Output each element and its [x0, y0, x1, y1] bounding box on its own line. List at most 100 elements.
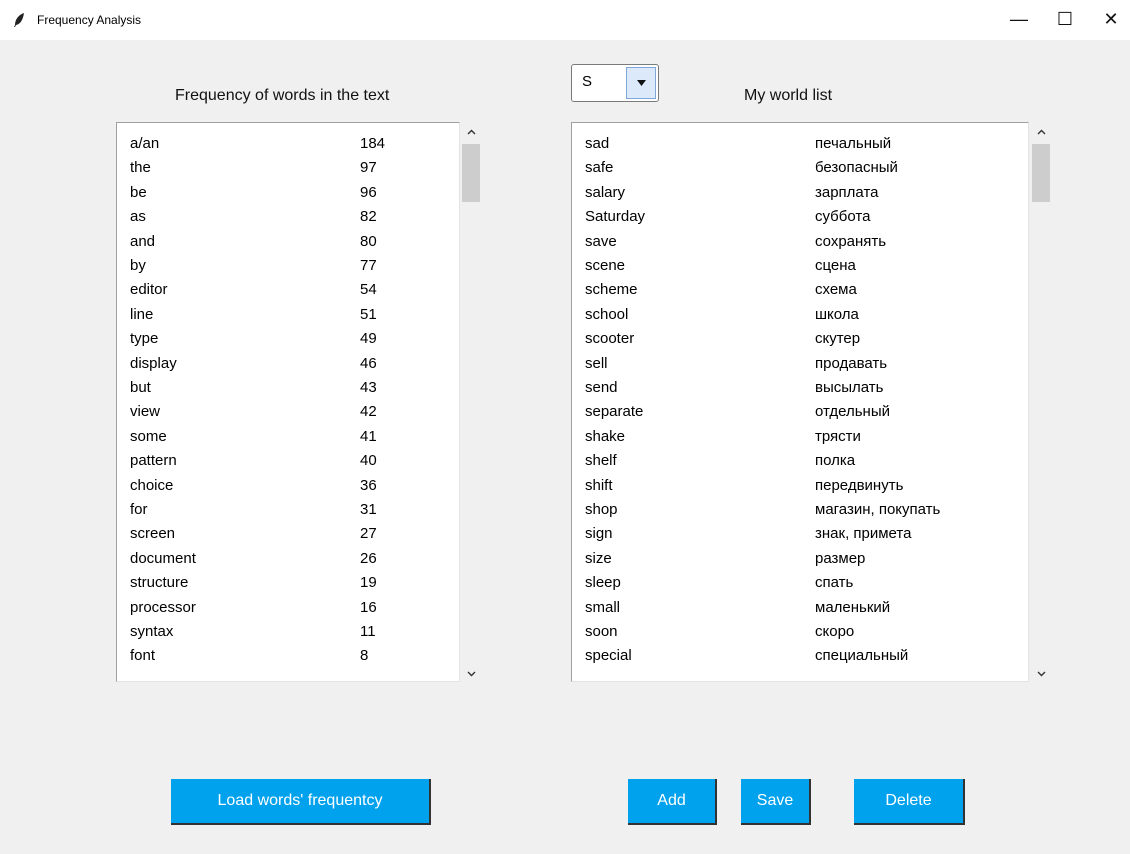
word-list-row[interactable]: scheme схема: [572, 278, 1028, 302]
window-title: Frequency Analysis: [37, 13, 142, 27]
word-list-row[interactable]: sad печальный: [572, 132, 1028, 156]
word-list-translation: школа: [815, 305, 859, 323]
word-list-translation: полка: [815, 452, 856, 470]
frequency-row[interactable]: view 42: [117, 400, 459, 424]
word-list-row[interactable]: size размер: [572, 547, 1028, 571]
word-list-row[interactable]: Saturday суббота: [572, 205, 1028, 229]
word-list-row[interactable]: send высылать: [572, 376, 1028, 400]
frequency-row[interactable]: pattern 40: [117, 449, 459, 473]
frequency-row[interactable]: display 46: [117, 352, 459, 376]
frequency-row[interactable]: as 82: [117, 205, 459, 229]
letter-select-dropdown-button[interactable]: [626, 67, 656, 99]
frequency-row[interactable]: some 41: [117, 425, 459, 449]
frequency-row[interactable]: choice 36: [117, 474, 459, 498]
frequency-word: syntax: [130, 623, 174, 640]
word-list-translation: передвинуть: [815, 476, 904, 494]
frequency-count: 36: [360, 476, 377, 494]
word-list-translation: маленький: [815, 598, 891, 616]
maximize-button[interactable]: ☐: [1042, 0, 1088, 38]
word-list-row[interactable]: separate отдельный: [572, 400, 1028, 424]
word-list-row[interactable]: save сохранять: [572, 230, 1028, 254]
word-list-translation: магазин, покупать: [815, 501, 941, 518]
word-list-row[interactable]: special специальный: [572, 644, 1028, 668]
scroll-thumb[interactable]: [462, 144, 480, 202]
frequency-scrollbar[interactable]: [461, 122, 481, 682]
word-list-row[interactable]: sign знак, примета: [572, 522, 1028, 546]
word-list-listbox[interactable]: sad печальный safe безопасный salary зарплата…: [571, 122, 1029, 682]
frequency-count: 46: [360, 354, 377, 372]
frequency-listbox[interactable]: a/an 184 the 97 be 96 as 82 and 80 by 77 editor 54 lin…: [116, 122, 460, 682]
frequency-count: 16: [360, 598, 377, 616]
scroll-thumb[interactable]: [1032, 144, 1050, 202]
minimize-button[interactable]: —: [996, 0, 1042, 38]
word-list-row[interactable]: soon скоро: [572, 620, 1028, 644]
frequency-row[interactable]: type 49: [117, 327, 459, 351]
add-button[interactable]: Add: [628, 779, 717, 825]
scroll-down-button[interactable]: [461, 666, 481, 682]
frequency-row[interactable]: line 51: [117, 303, 459, 327]
close-button[interactable]: ✕: [1088, 0, 1130, 38]
frequency-word: editor: [130, 281, 168, 299]
word-list-word: soon: [585, 623, 618, 640]
chevron-up-icon: [1037, 129, 1045, 135]
word-list-row[interactable]: shop магазин, покупать: [572, 498, 1028, 522]
scroll-down-button[interactable]: [1031, 666, 1051, 682]
frequency-word: a/an: [130, 135, 160, 152]
word-list-word: shop: [585, 501, 618, 518]
letter-select[interactable]: S: [571, 64, 659, 102]
frequency-row[interactable]: processor 16: [117, 596, 459, 620]
frequency-row[interactable]: syntax 11: [117, 620, 459, 644]
word-list-row[interactable]: shelf полка: [572, 449, 1028, 473]
frequency-count: 77: [360, 257, 377, 274]
delete-button[interactable]: Delete: [854, 779, 965, 825]
word-list-word: shake: [585, 427, 626, 445]
frequency-word: display: [130, 354, 177, 372]
word-list-row[interactable]: school школа: [572, 303, 1028, 327]
triangle-down-icon: [636, 80, 646, 86]
scroll-up-button[interactable]: [1031, 124, 1051, 140]
frequency-row[interactable]: structure 19: [117, 571, 459, 595]
word-list-scrollbar[interactable]: [1031, 122, 1051, 682]
frequency-row[interactable]: be 96: [117, 181, 459, 205]
frequency-word: be: [130, 183, 147, 201]
frequency-row[interactable]: and 80: [117, 230, 459, 254]
frequency-count: 97: [360, 159, 377, 177]
word-list-word: special: [585, 647, 632, 665]
word-list-word: sleep: [585, 574, 621, 592]
save-button[interactable]: Save: [741, 779, 811, 825]
frequency-count: 42: [360, 403, 377, 421]
frequency-row[interactable]: font 8: [117, 644, 459, 668]
word-list-row[interactable]: sleep спать: [572, 571, 1028, 595]
minimize-icon: —: [1010, 8, 1028, 29]
word-list-translation: сохранять: [815, 232, 887, 250]
word-list-row[interactable]: salary зарплата: [572, 181, 1028, 205]
word-list-translation: спать: [815, 574, 854, 592]
word-list-row[interactable]: scooter скутер: [572, 327, 1028, 351]
frequency-row[interactable]: for 31: [117, 498, 459, 522]
frequency-row[interactable]: screen 27: [117, 522, 459, 546]
frequency-count: 82: [360, 208, 377, 226]
frequency-word: font: [130, 647, 156, 665]
word-list-row[interactable]: scene сцена: [572, 254, 1028, 278]
frequency-row[interactable]: editor 54: [117, 278, 459, 302]
frequency-word: and: [130, 232, 156, 250]
word-list-row[interactable]: shift передвинуть: [572, 474, 1028, 498]
frequency-word: view: [130, 403, 161, 421]
frequency-count: 19: [360, 574, 377, 592]
word-list-translation: отдельный: [815, 403, 890, 421]
load-frequency-button[interactable]: Load words' frequentcy: [171, 779, 431, 825]
word-list-row[interactable]: small маленький: [572, 596, 1028, 620]
word-list-row[interactable]: sell продавать: [572, 352, 1028, 376]
frequency-row[interactable]: a/an 184: [117, 132, 459, 156]
word-list-word: scheme: [585, 281, 638, 299]
frequency-row[interactable]: by 77: [117, 254, 459, 278]
frequency-row[interactable]: the 97: [117, 156, 459, 180]
frequency-count: 184: [360, 135, 386, 152]
frequency-row[interactable]: but 43: [117, 376, 459, 400]
scroll-up-button[interactable]: [461, 124, 481, 140]
word-list-row[interactable]: safe безопасный: [572, 156, 1028, 180]
word-list-row[interactable]: shake трясти: [572, 425, 1028, 449]
frequency-row[interactable]: document 26: [117, 547, 459, 571]
word-list-word: shift: [585, 476, 613, 494]
frequency-word: for: [130, 501, 148, 518]
